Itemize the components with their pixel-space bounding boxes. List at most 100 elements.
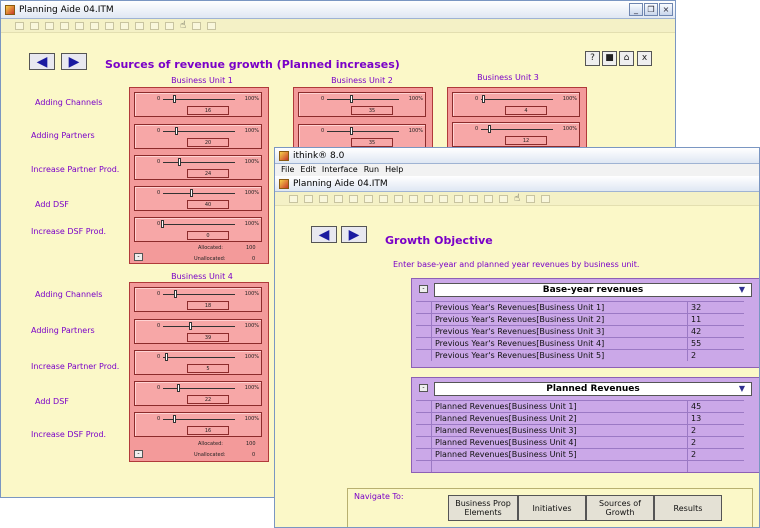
tool-icon[interactable] (289, 194, 298, 203)
back-arrow-button[interactable]: ◀ (311, 226, 337, 243)
menu-file[interactable]: File (281, 164, 294, 176)
slider-value[interactable]: 16 (187, 426, 229, 435)
slider-thumb[interactable] (161, 220, 164, 228)
tool-icon[interactable] (45, 21, 54, 30)
slider-thumb[interactable] (164, 353, 168, 361)
tool-icon[interactable] (15, 21, 24, 30)
slider-value[interactable]: 24 (187, 169, 229, 178)
table-cell[interactable]: 2 (688, 425, 744, 436)
tool-icon[interactable] (334, 194, 343, 203)
nav-business-prop-button[interactable]: Business Prop Elements (448, 495, 518, 521)
menu-help[interactable]: Help (385, 164, 403, 176)
nav-initiatives-button[interactable]: Initiatives (518, 495, 586, 521)
slider-u4-1[interactable]: 0 100% 39 (134, 319, 262, 344)
slider-value[interactable]: 0 (187, 231, 229, 240)
close-icon[interactable]: × (659, 3, 673, 16)
slider-u1-3[interactable]: 0 100% 40 (134, 186, 262, 211)
slider-thumb[interactable] (178, 158, 182, 166)
restore-icon[interactable]: ❐ (644, 3, 658, 16)
menu-interface[interactable]: Interface (322, 164, 358, 176)
slider-value[interactable]: 35 (351, 106, 393, 115)
slider-u4-3[interactable]: 0 100% 22 (134, 381, 262, 406)
save-button[interactable]: ■ (602, 51, 617, 66)
slider-u4-4[interactable]: 0 100% 16 (134, 412, 262, 437)
slider-thumb[interactable] (172, 95, 176, 103)
slider-value[interactable]: 20 (187, 138, 229, 147)
table-cell[interactable]: 2 (688, 449, 744, 460)
tool-icon[interactable] (439, 194, 448, 203)
tool-icon[interactable] (499, 194, 508, 203)
tool-icon[interactable] (207, 21, 217, 30)
slider-value[interactable]: 12 (505, 136, 547, 145)
base-year-dropdown[interactable]: Base-year revenues ▼ (434, 283, 752, 297)
doc-titlebar[interactable]: Planning Aide 04.ITM (275, 176, 759, 192)
slider-u2-1[interactable]: 0 100% 35 (298, 124, 426, 149)
tool-icon[interactable] (30, 21, 39, 30)
nav-results-button[interactable]: Results (654, 495, 722, 521)
slider-value[interactable]: 40 (187, 200, 229, 209)
tool-icon[interactable] (120, 21, 129, 30)
tool-icon[interactable] (349, 194, 358, 203)
slider-value[interactable]: 5 (187, 364, 229, 373)
table-collapse-button[interactable]: - (419, 384, 428, 392)
slider-value[interactable]: 16 (187, 106, 229, 115)
slider-u4-0[interactable]: 0 100% 18 (134, 287, 262, 312)
hand-icon[interactable]: ☝ (514, 193, 520, 204)
table-cell[interactable]: 32 (688, 302, 744, 313)
panel-collapse-button[interactable]: - (134, 450, 143, 458)
app-titlebar[interactable]: ithink® 8.0 (275, 148, 759, 164)
tool-icon[interactable] (394, 194, 403, 203)
slider-u2-0[interactable]: 0 100% 35 (298, 92, 426, 117)
slider-thumb[interactable] (173, 290, 177, 298)
slider-u3-0[interactable]: 0 100% 4 (452, 92, 580, 117)
slider-u1-1[interactable]: 0 100% 20 (134, 124, 262, 149)
tool-icon[interactable] (192, 21, 202, 30)
slider-thumb[interactable] (172, 415, 176, 423)
slider-thumb[interactable] (189, 322, 193, 330)
slider-thumb[interactable] (350, 127, 354, 135)
nav-sources-of-growth-button[interactable]: Sources of Growth (586, 495, 654, 521)
table-cell[interactable]: 2 (688, 437, 744, 448)
tool-icon[interactable] (135, 21, 144, 30)
menu-run[interactable]: Run (364, 164, 379, 176)
slider-value[interactable]: 18 (187, 301, 229, 310)
back-window-titlebar[interactable]: Planning Aide 04.ITM _ ❐ × (1, 1, 675, 19)
tool-icon[interactable] (165, 21, 174, 30)
slider-value[interactable]: 35 (351, 138, 393, 147)
tool-icon[interactable] (105, 21, 114, 30)
slider-u4-2[interactable]: 0 100% 5 (134, 350, 262, 375)
slider-thumb[interactable] (175, 127, 179, 135)
tool-icon[interactable] (364, 194, 373, 203)
tool-icon[interactable] (150, 21, 159, 30)
tool-icon[interactable] (75, 21, 84, 30)
tool-icon[interactable] (409, 194, 418, 203)
table-cell[interactable]: 42 (688, 326, 744, 337)
table-cell[interactable]: 45 (688, 401, 744, 412)
tool-icon[interactable] (469, 194, 478, 203)
home-button[interactable]: ⌂ (619, 51, 634, 66)
forward-arrow-button[interactable]: ▶ (61, 53, 87, 70)
planned-revenues-dropdown[interactable]: Planned Revenues ▼ (434, 382, 752, 396)
table-cell[interactable]: 2 (688, 350, 744, 361)
forward-arrow-button[interactable]: ▶ (341, 226, 367, 243)
tool-icon[interactable] (304, 194, 313, 203)
back-arrow-button[interactable]: ◀ (29, 53, 55, 70)
slider-u1-4[interactable]: 0 100% 0 (134, 217, 262, 242)
tool-icon[interactable] (454, 194, 463, 203)
table-cell[interactable]: 55 (688, 338, 744, 349)
slider-u3-1[interactable]: 0 100% 12 (452, 122, 580, 147)
slider-u1-0[interactable]: 0 100% 16 (134, 92, 262, 117)
tool-icon[interactable] (379, 194, 388, 203)
slider-u1-2[interactable]: 0 100% 24 (134, 155, 262, 180)
slider-value[interactable]: 39 (187, 333, 229, 342)
exit-button[interactable]: x (637, 51, 652, 66)
tool-icon[interactable] (90, 21, 99, 30)
slider-thumb[interactable] (189, 189, 193, 197)
slider-thumb[interactable] (481, 95, 485, 103)
slider-thumb[interactable] (350, 95, 354, 103)
tool-icon[interactable] (60, 21, 69, 30)
hand-icon[interactable]: ☝ (180, 20, 186, 31)
table-cell[interactable]: 11 (688, 314, 744, 325)
minimize-icon[interactable]: _ (629, 3, 643, 16)
table-cell[interactable]: 13 (688, 413, 744, 424)
